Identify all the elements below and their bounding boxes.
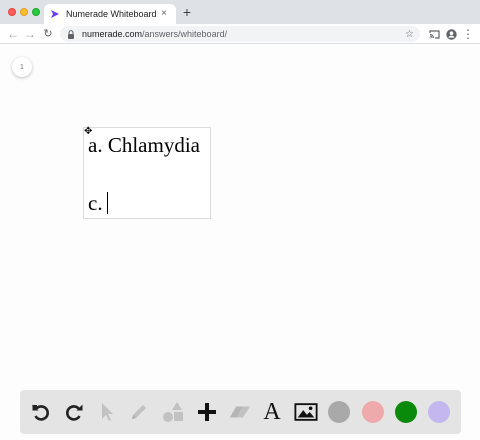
- new-tab-button[interactable]: +: [180, 5, 194, 19]
- text-line-2: c.: [88, 191, 108, 216]
- text-line-1: a. Chlamydia: [88, 133, 200, 157]
- add-icon[interactable]: [195, 400, 219, 424]
- redo-icon[interactable]: [62, 400, 86, 424]
- text-box[interactable]: ✥ a. Chlamydia c.: [83, 127, 211, 219]
- shapes-icon[interactable]: [161, 400, 185, 424]
- whiteboard-canvas[interactable]: [0, 45, 480, 440]
- forward-icon[interactable]: →: [22, 26, 38, 42]
- url-text[interactable]: numerade.com/answers/whiteboard/: [82, 29, 405, 39]
- image-icon[interactable]: [294, 400, 318, 424]
- back-icon[interactable]: ←: [5, 26, 21, 42]
- browser-toolbar: ← → ↻ numerade.com/answers/whiteboard/ ☆…: [0, 24, 480, 44]
- tab-strip: Numerade Whiteboard × +: [0, 0, 480, 24]
- cast-icon[interactable]: [427, 27, 441, 41]
- color-swatch-lavender[interactable]: [428, 401, 450, 423]
- pen-icon[interactable]: [127, 400, 151, 424]
- undo-icon[interactable]: [29, 400, 53, 424]
- address-bar[interactable]: numerade.com/answers/whiteboard/ ☆: [60, 26, 420, 42]
- tab-title: Numerade Whiteboard: [66, 9, 157, 19]
- url-host: numerade.com: [82, 29, 143, 39]
- window-close-button[interactable]: [8, 8, 16, 16]
- lock-icon[interactable]: [66, 29, 76, 39]
- url-path: /answers/whiteboard/: [142, 29, 228, 39]
- window-minimize-button[interactable]: [20, 8, 28, 16]
- browser-menu-icon[interactable]: ⋮: [461, 27, 475, 41]
- numerade-favicon-icon: [50, 9, 60, 19]
- browser-tab[interactable]: Numerade Whiteboard ×: [44, 4, 176, 24]
- select-icon[interactable]: [94, 400, 118, 424]
- text-line-2-content: c.: [88, 191, 103, 215]
- page-number-badge[interactable]: 1: [12, 57, 32, 77]
- reload-icon[interactable]: ↻: [40, 26, 56, 42]
- bookmark-star-icon[interactable]: ☆: [405, 29, 414, 40]
- tab-close-icon[interactable]: ×: [158, 8, 170, 20]
- window-zoom-button[interactable]: [32, 8, 40, 16]
- color-swatch-pink[interactable]: [362, 401, 384, 423]
- eraser-icon[interactable]: [228, 400, 252, 424]
- whiteboard-toolbar: A: [20, 390, 461, 434]
- color-swatch-green[interactable]: [395, 401, 417, 423]
- text-icon[interactable]: A: [260, 399, 284, 425]
- text-caret: [106, 192, 108, 214]
- color-swatch-gray[interactable]: [328, 401, 350, 423]
- account-icon[interactable]: [444, 27, 458, 41]
